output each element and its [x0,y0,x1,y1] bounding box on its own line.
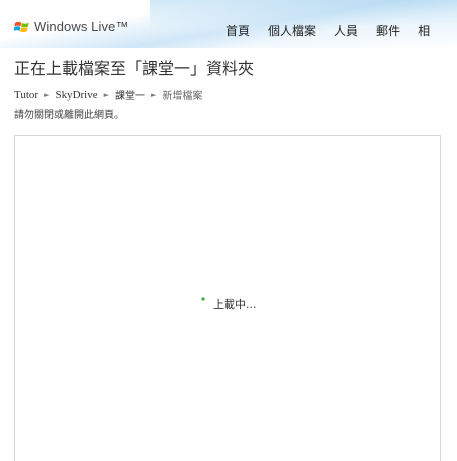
breadcrumb-separator-icon: ► [103,90,110,99]
loading-spinner-icon [201,297,205,301]
breadcrumb-separator-icon: ► [151,90,157,99]
breadcrumb-skydrive[interactable]: SkyDrive [55,89,97,101]
nav-photos[interactable]: 相 [418,22,430,39]
warning-message: 請勿關閉或離開此網頁。 [14,110,124,121]
top-nav: 首頁 個人檔案 人員 郵件 相 [226,22,448,39]
nav-home[interactable]: 首頁 [226,22,250,39]
logo-text: Windows Live™ [34,19,129,34]
windows-live-logo[interactable]: Windows Live™ [14,19,129,34]
breadcrumb-separator-icon: ► [44,90,50,99]
nav-people[interactable]: 人員 [334,22,358,39]
header-bar: Windows Live™ 首頁 個人檔案 人員 郵件 相 [0,0,457,48]
breadcrumb-tutor[interactable]: Tutor [14,89,38,101]
upload-status-text: 上載中... [213,298,257,311]
nav-mail[interactable]: 郵件 [376,22,400,39]
upload-status: 上載中... [199,296,257,312]
breadcrumb-current: 新增檔案 [162,91,203,102]
windows-flag-icon [14,21,29,32]
upload-page: Windows Live™ 首頁 個人檔案 人員 郵件 相 正在上載檔案至「課堂… [0,0,457,461]
nav-profile[interactable]: 個人檔案 [268,22,316,39]
breadcrumb-folder[interactable]: 課堂一 [115,87,145,102]
breadcrumb: Tutor ► SkyDrive ► 課堂一 ► 新增檔案 [14,87,203,103]
page-title: 正在上載檔案至「課堂一」資料夾 [14,59,255,78]
